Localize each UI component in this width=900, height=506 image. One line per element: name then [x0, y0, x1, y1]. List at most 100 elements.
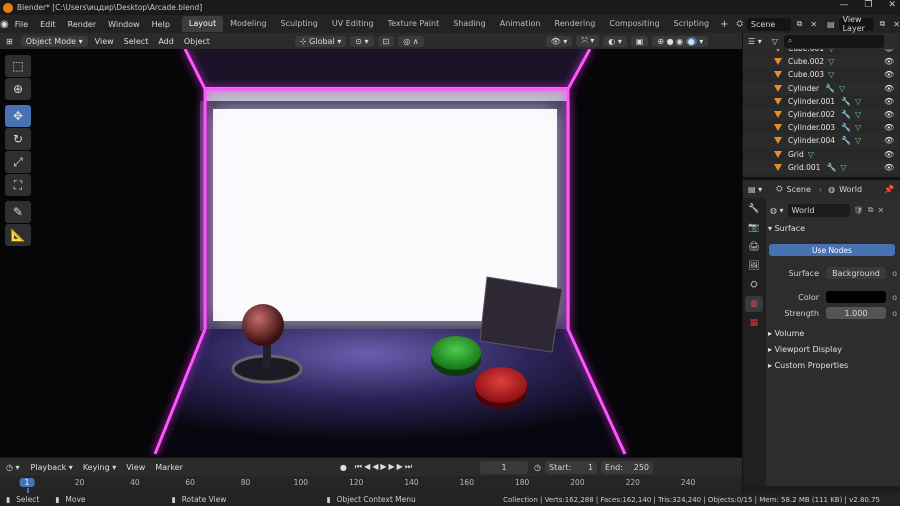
snap-icon[interactable]: ⊡ — [377, 35, 395, 47]
mesh-data-icon[interactable]: ▽ — [808, 150, 814, 159]
visibility-eye-icon[interactable]: 👁 — [884, 84, 894, 93]
add-workspace-icon[interactable]: + — [716, 19, 732, 30]
timeline-ruler[interactable]: 1 20 40 60 80 100 120 140 160 180 200 220 240 — [0, 476, 742, 493]
unlink-world-icon[interactable]: ✕ — [877, 206, 884, 215]
render-properties-tab-icon[interactable]: 📷 — [745, 220, 763, 236]
pivot-point-icon[interactable]: ⊙ ▾ — [350, 35, 374, 47]
visibility-eye-icon[interactable]: 👁 — [884, 123, 894, 132]
visibility-eye-icon[interactable]: 👁 — [884, 57, 894, 66]
editor-type-icon[interactable]: ⊞ — [0, 37, 19, 46]
tab-shading[interactable]: Shading — [446, 16, 493, 32]
view-layer-selector[interactable]: View Layer — [838, 15, 874, 33]
minimize-button[interactable]: — — [839, 0, 848, 10]
modifier-icon[interactable]: 🔧 — [825, 84, 835, 93]
mesh-data-icon[interactable]: ▽ — [855, 97, 861, 106]
visibility-icon[interactable]: 👁 ▾ — [545, 35, 573, 47]
scene-icon[interactable]: ⛭ — [737, 19, 743, 29]
overlay-icon[interactable]: ◐ ▾ — [603, 35, 627, 47]
select-box-tool-icon[interactable]: ⬚ — [5, 55, 31, 77]
menu-edit[interactable]: Edit — [34, 20, 62, 29]
delete-scene-icon[interactable]: ✕ — [810, 20, 817, 29]
menu-keying[interactable]: Keying ▾ — [78, 463, 121, 472]
current-frame-field[interactable]: 1 — [480, 460, 529, 474]
outliner-item[interactable]: Grid.001 🔧 ▽ 👁 — [742, 160, 900, 174]
mesh-data-icon[interactable]: ▽ — [828, 70, 834, 79]
tab-animation[interactable]: Animation — [493, 16, 548, 32]
timeline-editor-icon[interactable]: ◷ ▾ — [0, 463, 26, 472]
annotate-tool-icon[interactable]: ✎ — [5, 201, 31, 223]
outliner-item[interactable]: Cube.003 ▽ 👁 — [742, 68, 900, 81]
fake-user-icon[interactable]: 🛡 — [854, 206, 864, 215]
tab-uv-editing[interactable]: UV Editing — [325, 16, 381, 32]
record-icon[interactable]: ● — [340, 463, 347, 472]
surface-shader-field[interactable]: Background — [826, 267, 886, 279]
mesh-data-icon[interactable]: ▽ — [828, 49, 834, 53]
output-properties-tab-icon[interactable]: 🖨 — [745, 239, 763, 255]
world-name-field[interactable]: World — [787, 203, 850, 217]
strength-field[interactable]: 1.000 — [826, 307, 886, 319]
tab-sculpting[interactable]: Sculpting — [274, 16, 325, 32]
tab-texture-paint[interactable]: Texture Paint — [381, 16, 447, 32]
world-datablock-icon[interactable]: ◍ ▾ — [770, 206, 784, 215]
transform-orientation-selector[interactable]: ⊹ Global ▾ — [294, 35, 347, 47]
proportional-edit-icon[interactable]: ◎ ∧ — [398, 35, 424, 47]
mesh-data-icon[interactable]: ▽ — [840, 163, 846, 172]
rotate-tool-icon[interactable]: ↻ — [5, 128, 31, 150]
menu-add[interactable]: Add — [153, 37, 179, 46]
start-frame-field[interactable]: Start: 1 — [545, 460, 598, 474]
duplicate-world-icon[interactable]: ⧉ — [868, 205, 874, 215]
outliner-item[interactable]: Cylinder.001 🔧 ▽ 👁 — [742, 95, 900, 108]
visibility-eye-icon[interactable]: 👁 — [884, 163, 894, 172]
mesh-data-icon[interactable]: ▽ — [828, 57, 834, 66]
mesh-data-icon[interactable]: ▽ — [855, 110, 861, 119]
visibility-eye-icon[interactable]: 👁 — [884, 150, 894, 159]
measure-tool-icon[interactable]: 📐 — [5, 224, 31, 246]
tab-compositing[interactable]: Compositing — [602, 16, 666, 32]
surface-link-icon[interactable]: o — [892, 269, 897, 278]
modifier-icon[interactable]: 🔧 — [826, 163, 836, 172]
outliner-item[interactable]: Cylinder 🔧 ▽ 👁 — [742, 81, 900, 95]
tab-rendering[interactable]: Rendering — [548, 16, 603, 32]
copy-scene-icon[interactable]: ⧉ — [797, 19, 803, 29]
modifier-icon[interactable]: 🔧 — [841, 123, 851, 132]
maximize-button[interactable]: ❐ — [864, 0, 872, 10]
menu-render[interactable]: Render — [62, 20, 102, 29]
scene-selector[interactable]: Scene — [746, 17, 791, 31]
gizmo-icon[interactable]: ⤧ ▾ — [576, 35, 600, 47]
outliner-search-input[interactable]: ⌕ — [783, 34, 884, 48]
strength-link-icon[interactable]: o — [892, 309, 897, 318]
modifier-icon[interactable]: 🔧 — [841, 136, 851, 145]
visibility-eye-icon[interactable]: 👁 — [884, 110, 894, 119]
delete-view-layer-icon[interactable]: ✕ — [893, 20, 900, 29]
menu-window[interactable]: Window — [102, 20, 146, 29]
visibility-eye-icon[interactable]: 👁 — [884, 136, 894, 145]
modifier-icon[interactable]: 🔧 — [841, 110, 851, 119]
custom-properties-section-header[interactable]: ▸ Custom Properties — [768, 361, 848, 370]
tool-properties-tab-icon[interactable]: 🔧 — [745, 201, 763, 217]
menu-view[interactable]: View — [90, 37, 119, 46]
move-tool-icon[interactable]: ✥ — [5, 105, 31, 127]
transform-tool-icon[interactable]: ⛶ — [5, 174, 31, 196]
menu-select[interactable]: Select — [119, 37, 154, 46]
tab-scripting[interactable]: Scripting — [667, 16, 717, 32]
pin-icon[interactable]: 📌 — [884, 185, 894, 194]
tab-layout[interactable]: Layout — [181, 16, 224, 32]
menu-object[interactable]: Object — [179, 37, 215, 46]
view-layer-properties-tab-icon[interactable]: 🖼 — [745, 258, 763, 274]
view-layer-icon[interactable]: ▤ — [827, 20, 835, 29]
menu-help[interactable]: Help — [146, 20, 176, 29]
outliner-filter-icon[interactable]: ▽ — [772, 37, 778, 46]
surface-section-header[interactable]: ▾ Surface — [768, 224, 805, 233]
mesh-data-icon[interactable]: ▽ — [855, 136, 861, 145]
outliner-item[interactable]: Grid ▽ 👁 — [742, 148, 900, 161]
tab-modeling[interactable]: Modeling — [223, 16, 273, 32]
3d-viewport[interactable] — [0, 49, 742, 457]
modifier-icon[interactable]: 🔧 — [841, 97, 851, 106]
visibility-eye-icon[interactable]: 👁 — [884, 97, 894, 106]
outliner-editor-icon[interactable]: ☰ ▾ — [742, 37, 768, 46]
outliner-item[interactable]: Cylinder.004 🔧 ▽ 👁 — [742, 134, 900, 148]
volume-section-header[interactable]: ▸ Volume — [768, 329, 804, 338]
menu-marker[interactable]: Marker — [150, 463, 188, 472]
mesh-data-icon[interactable]: ▽ — [839, 84, 845, 93]
menu-playback[interactable]: Playback ▾ — [26, 463, 78, 472]
